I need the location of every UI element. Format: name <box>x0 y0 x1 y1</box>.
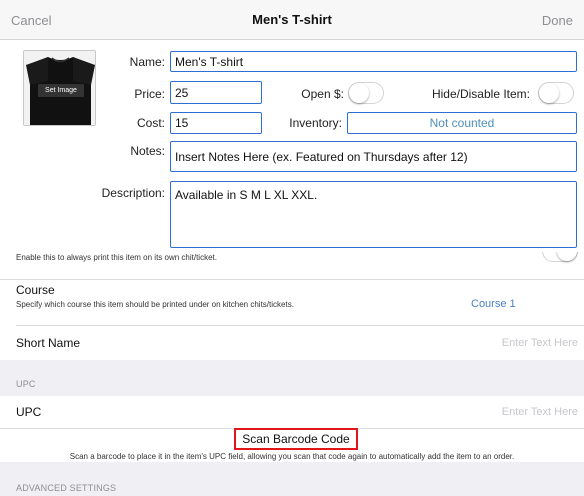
upc-input[interactable]: Enter Text Here <box>502 406 578 418</box>
scan-barcode-button[interactable]: Scan Barcode Code <box>234 428 358 450</box>
open-price-label: Open $: <box>301 87 344 101</box>
upc-section-title: UPC <box>16 379 36 389</box>
price-label: Price: <box>134 87 165 101</box>
item-image-button[interactable]: Set Image <box>23 50 96 126</box>
short-name-input[interactable]: Enter Text Here <box>502 337 578 349</box>
scan-description: Scan a barcode to place it in the item's… <box>69 452 515 461</box>
own-chit-toggle[interactable] <box>542 252 578 262</box>
own-chit-row: Enable this to always print this item on… <box>0 252 584 280</box>
set-image-label: Set Image <box>38 84 84 97</box>
advanced-settings-header: ADVANCED SETTINGS <box>0 462 584 496</box>
notes-field[interactable]: Insert Notes Here (ex. Featured on Thurs… <box>170 141 577 172</box>
hide-item-label: Hide/Disable Item: <box>431 87 530 101</box>
nav-bar: Cancel Men's T-shirt Done <box>0 0 584 40</box>
open-price-toggle[interactable] <box>348 82 384 104</box>
own-chit-description: Enable this to always print this item on… <box>16 253 217 262</box>
course-row[interactable]: Course Specify which course this item sh… <box>0 280 584 326</box>
short-name-label: Short Name <box>16 336 81 350</box>
name-label: Name: <box>129 55 165 69</box>
name-field[interactable]: Men's T-shirt <box>170 51 577 72</box>
hide-item-toggle[interactable] <box>538 82 574 104</box>
inventory-field[interactable]: Not counted <box>347 112 577 134</box>
price-field[interactable]: 25 <box>170 81 262 104</box>
done-button[interactable]: Done <box>542 13 573 28</box>
description-label: Description: <box>101 186 165 200</box>
course-value[interactable]: Course 1 <box>471 298 516 310</box>
cost-label: Cost: <box>136 116 165 130</box>
short-name-row: Short Name Enter Text Here <box>0 326 584 360</box>
inventory-label: Inventory: <box>289 116 342 130</box>
upc-section-header: UPC <box>0 360 584 396</box>
upc-row: UPC Enter Text Here <box>0 396 584 428</box>
page-title: Men's T-shirt <box>252 12 332 27</box>
course-title: Course <box>16 283 55 297</box>
course-description: Specify which course this item should be… <box>16 300 294 309</box>
upc-label: UPC <box>16 405 42 419</box>
cost-field[interactable]: 15 <box>170 112 262 134</box>
notes-label: Notes: <box>130 144 165 158</box>
advanced-settings-title: ADVANCED SETTINGS <box>16 483 117 493</box>
description-field[interactable]: Available in S M L XL XXL. <box>170 181 577 248</box>
